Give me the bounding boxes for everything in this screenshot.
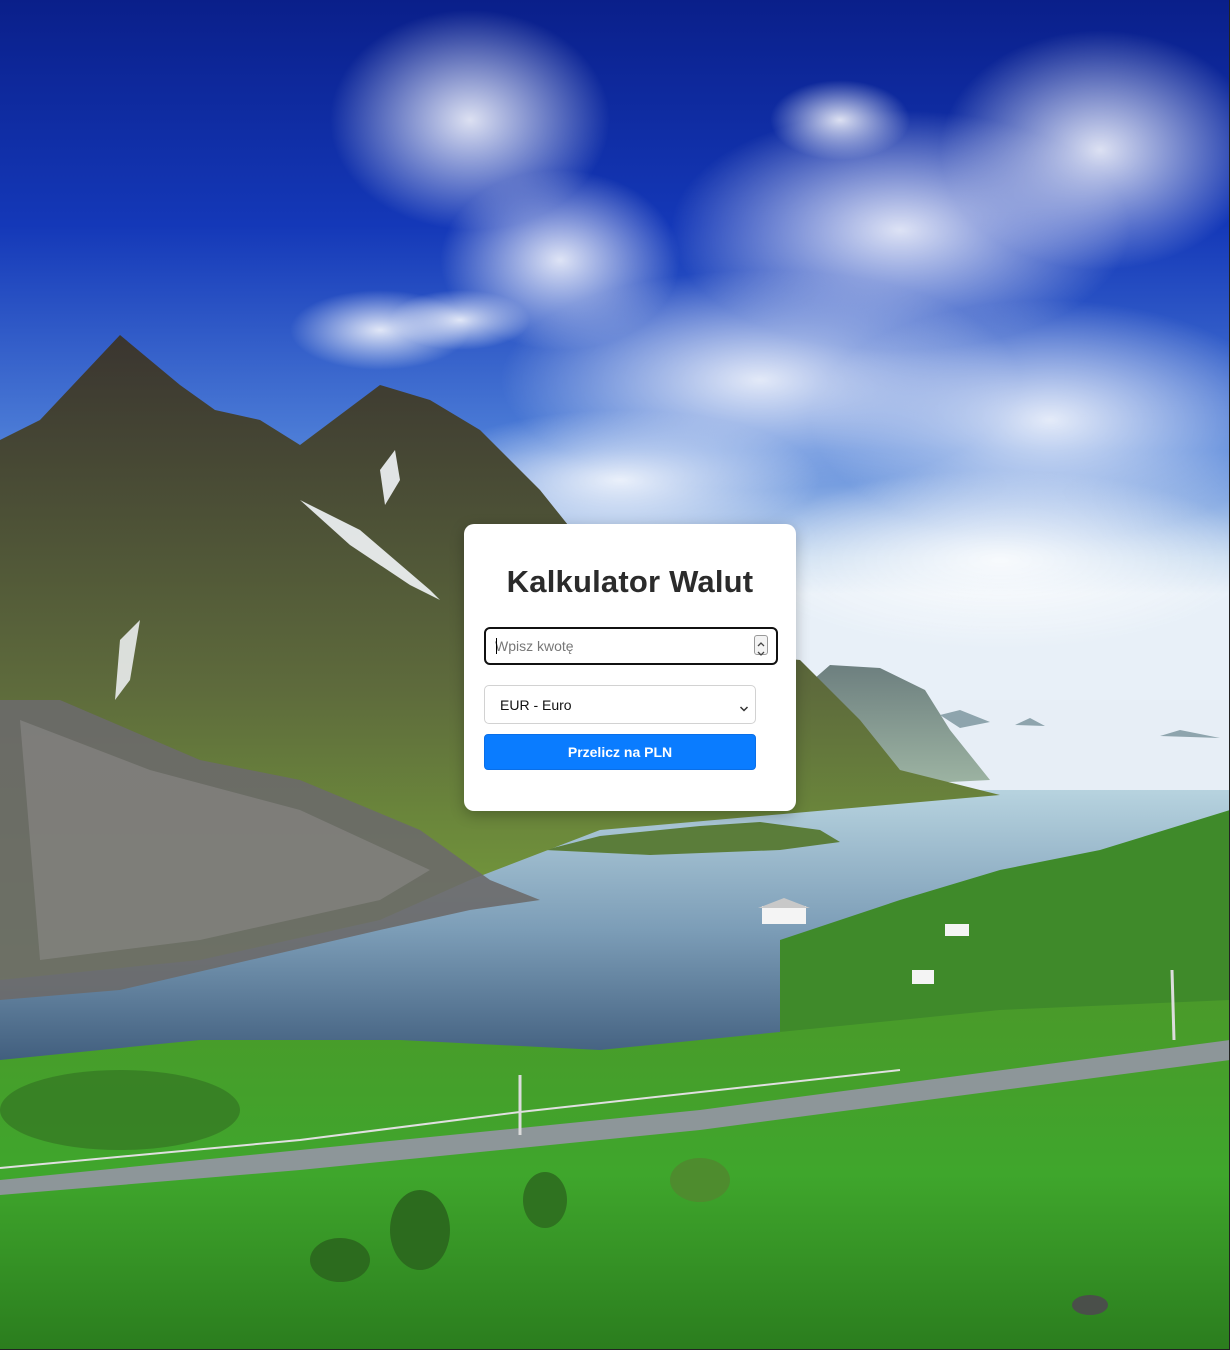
convert-button[interactable]: Przelicz na PLN	[484, 734, 756, 770]
stepper-up-icon[interactable]	[755, 636, 767, 647]
text-caret	[496, 638, 497, 654]
page-title: Kalkulator Walut	[506, 564, 754, 599]
stepper-down-icon[interactable]	[755, 645, 767, 656]
number-stepper[interactable]	[754, 635, 768, 656]
currency-select[interactable]: EUR - Euro	[484, 685, 756, 724]
amount-field[interactable]	[484, 627, 778, 665]
amount-input[interactable]	[486, 629, 746, 663]
chevron-down-icon	[739, 700, 749, 718]
currency-select-value: EUR - Euro	[500, 697, 572, 713]
converter-card: Kalkulator Walut EUR - Euro Przelicz na …	[464, 524, 796, 811]
